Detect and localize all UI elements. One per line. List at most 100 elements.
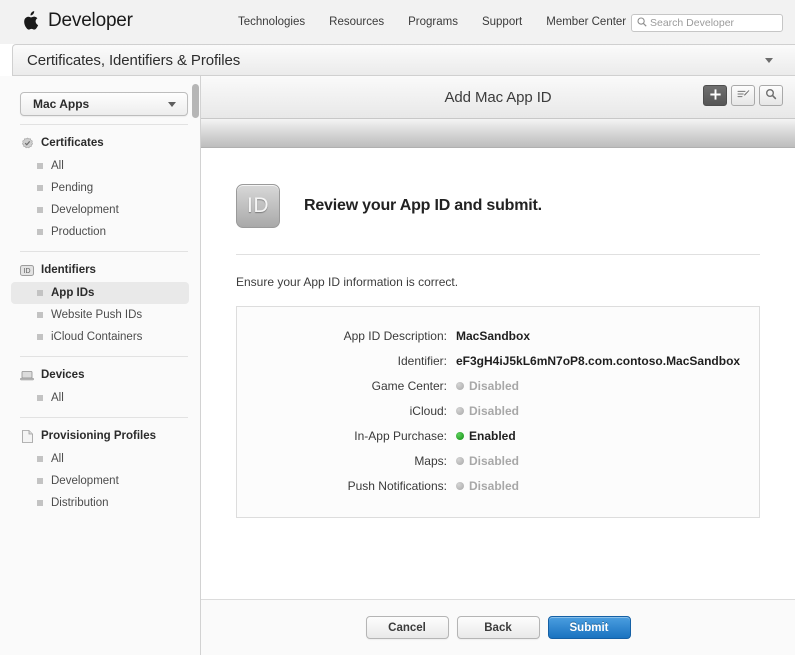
info-label: App ID Description:	[237, 329, 456, 343]
sidebar-item-label: Website Push IDs	[51, 309, 142, 321]
nav-link-member-center[interactable]: Member Center	[546, 16, 626, 28]
sidebar-head-label: Certificates	[41, 137, 104, 149]
divider	[20, 356, 188, 357]
global-navigation-bar: Developer Technologies Resources Program…	[0, 0, 795, 44]
info-label: Game Center:	[237, 379, 456, 393]
bullet-icon	[37, 500, 43, 506]
bullet-icon	[37, 334, 43, 340]
status-dot-icon	[456, 457, 464, 465]
bullet-icon	[37, 185, 43, 191]
submit-button[interactable]: Submit	[548, 616, 631, 639]
edit-button[interactable]	[731, 85, 755, 106]
sidebar-item-label: App IDs	[51, 287, 94, 299]
sidebar-item-certificates-production[interactable]: Production	[11, 221, 189, 243]
nav-link-programs[interactable]: Programs	[408, 16, 458, 28]
content-subheader-band	[201, 119, 795, 148]
sidebar-item-certificates-development[interactable]: Development	[11, 199, 189, 221]
sidebar-group-provisioning-profiles: Provisioning Profiles All Development Di…	[0, 426, 200, 514]
sidebar-item-profiles-all[interactable]: All	[11, 448, 189, 470]
global-search-box[interactable]	[631, 14, 783, 32]
chevron-down-icon	[168, 102, 176, 107]
info-row-maps: Maps: Disabled	[237, 454, 759, 468]
chevron-down-icon[interactable]	[765, 58, 773, 63]
bullet-icon	[37, 207, 43, 213]
sidebar-item-label: Distribution	[51, 497, 109, 509]
page-title: Certificates, Identifiers & Profiles	[27, 52, 240, 69]
sidebar-item-label: Production	[51, 226, 106, 238]
nav-link-support[interactable]: Support	[482, 16, 522, 28]
pencil-edit-icon	[737, 89, 750, 103]
search-input[interactable]	[650, 17, 777, 29]
laptop-icon	[20, 368, 34, 382]
status-text: Disabled	[469, 454, 519, 468]
bullet-icon	[37, 395, 43, 401]
platform-select-value: Mac Apps	[33, 97, 89, 111]
info-row-app-id-description: App ID Description: MacSandbox	[237, 329, 759, 343]
sidebar-item-certificates-pending[interactable]: Pending	[11, 177, 189, 199]
info-label: iCloud:	[237, 404, 456, 418]
svg-text:ID: ID	[24, 268, 31, 275]
info-label: Identifier:	[237, 354, 456, 368]
id-badge-label: ID	[247, 194, 269, 218]
section-title-bar: Certificates, Identifiers & Profiles	[12, 44, 795, 76]
sidebar-head-identifiers[interactable]: ID Identifiers	[0, 260, 200, 280]
status-text: Enabled	[469, 429, 516, 443]
apple-logo-icon	[22, 11, 48, 31]
divider	[20, 417, 188, 418]
magnifier-icon	[765, 88, 777, 103]
developer-brand[interactable]: Developer	[22, 7, 133, 35]
sidebar-head-provisioning-profiles[interactable]: Provisioning Profiles	[0, 426, 200, 446]
instruction-text: Ensure your App ID information is correc…	[236, 275, 795, 289]
bullet-icon	[37, 478, 43, 484]
info-value: MacSandbox	[456, 329, 530, 343]
sidebar-item-devices-all[interactable]: All	[11, 387, 189, 409]
bullet-icon	[37, 312, 43, 318]
status-dot-icon	[456, 482, 464, 490]
sidebar-item-label: Development	[51, 475, 119, 487]
status-badge: Enabled	[456, 429, 516, 443]
review-title: Review your App ID and submit.	[304, 197, 542, 215]
content-toolbar	[703, 85, 783, 106]
nav-link-resources[interactable]: Resources	[329, 16, 384, 28]
sidebar-item-profiles-development[interactable]: Development	[11, 470, 189, 492]
id-badge-icon: ID	[20, 263, 34, 277]
divider	[20, 124, 188, 125]
document-icon	[20, 429, 34, 443]
sidebar-group-identifiers: ID Identifiers App IDs Website Push IDs …	[0, 260, 200, 348]
sidebar-scrollbar-thumb[interactable]	[192, 84, 199, 118]
app-shell: Mac Apps Certificates All Pe	[0, 76, 795, 655]
sidebar-item-website-push-ids[interactable]: Website Push IDs	[11, 304, 189, 326]
info-value: eF3gH4iJ5kL6mN7oP8.com.contoso.MacSandbo…	[456, 354, 740, 368]
plus-icon	[710, 89, 721, 103]
sidebar-item-label: Development	[51, 204, 119, 216]
platform-select[interactable]: Mac Apps	[20, 92, 188, 116]
sidebar-item-certificates-all[interactable]: All	[11, 155, 189, 177]
sidebar-head-certificates[interactable]: Certificates	[0, 133, 200, 153]
sidebar: Mac Apps Certificates All Pe	[0, 76, 201, 655]
sidebar-item-profiles-distribution[interactable]: Distribution	[11, 492, 189, 514]
sidebar-head-devices[interactable]: Devices	[0, 365, 200, 385]
search-button[interactable]	[759, 85, 783, 106]
content-title: Add Mac App ID	[445, 89, 552, 106]
sidebar-head-label: Identifiers	[41, 264, 96, 276]
sidebar-item-icloud-containers[interactable]: iCloud Containers	[11, 326, 189, 348]
sidebar-item-label: Pending	[51, 182, 93, 194]
status-text: Disabled	[469, 404, 519, 418]
back-button[interactable]: Back	[457, 616, 540, 639]
status-badge: Disabled	[456, 479, 519, 493]
status-dot-icon	[456, 382, 464, 390]
sidebar-item-app-ids[interactable]: App IDs	[11, 282, 189, 304]
info-row-game-center: Game Center: Disabled	[237, 379, 759, 393]
add-button[interactable]	[703, 85, 727, 106]
info-row-identifier: Identifier: eF3gH4iJ5kL6mN7oP8.com.conto…	[237, 354, 759, 368]
cancel-button[interactable]: Cancel	[366, 616, 449, 639]
info-label: Maps:	[237, 454, 456, 468]
content-header: Add Mac App ID	[201, 76, 795, 119]
bullet-icon	[37, 229, 43, 235]
search-icon	[637, 16, 650, 30]
app-id-summary-box: App ID Description: MacSandbox Identifie…	[236, 306, 760, 518]
sidebar-group-certificates: Certificates All Pending Development Pro…	[0, 133, 200, 243]
info-row-in-app-purchase: In-App Purchase: Enabled	[237, 429, 759, 443]
sidebar-item-label: iCloud Containers	[51, 331, 142, 343]
nav-link-technologies[interactable]: Technologies	[238, 16, 305, 28]
